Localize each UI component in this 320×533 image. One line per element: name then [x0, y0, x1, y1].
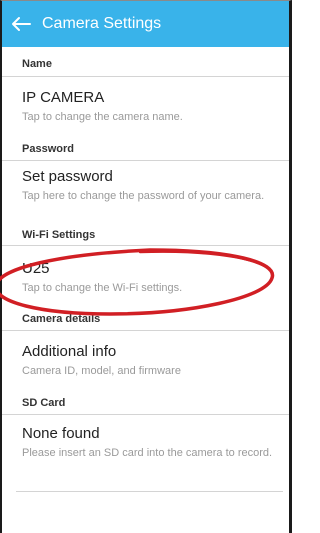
list-divider [16, 491, 283, 492]
sd-card-item[interactable]: None found Please insert an SD card into… [2, 415, 289, 491]
app-bar: Camera Settings [2, 1, 289, 47]
additional-info-subtitle: Camera ID, model, and firmware [22, 365, 181, 377]
additional-info-item[interactable]: Additional info Camera ID, model, and fi… [2, 331, 289, 391]
set-password-item[interactable]: Set password Tap here to change the pass… [2, 161, 289, 225]
camera-name-title: IP CAMERA [22, 89, 105, 106]
section-header-camera-details: Camera details [2, 306, 289, 331]
section-header-password: Password [2, 135, 289, 161]
section-header-wifi: Wi-Fi Settings [2, 225, 289, 246]
section-header-name: Name [2, 47, 289, 77]
phone-screen: Camera Settings Name IP CAMERA Tap to ch… [0, 0, 292, 533]
set-password-subtitle: Tap here to change the password of your … [22, 190, 265, 202]
camera-name-subtitle: Tap to change the camera name. [22, 111, 183, 123]
sd-card-title: None found [22, 425, 100, 442]
sd-card-subtitle: Please insert an SD card into the camera… [22, 447, 273, 459]
wifi-settings-item[interactable]: U25 Tap to change the Wi-Fi settings. [2, 246, 289, 306]
camera-name-item[interactable]: IP CAMERA Tap to change the camera name. [2, 77, 289, 135]
wifi-settings-subtitle: Tap to change the Wi-Fi settings. [22, 282, 183, 294]
additional-info-title: Additional info [22, 343, 117, 360]
wifi-network-title: U25 [22, 260, 50, 277]
back-arrow-icon[interactable] [11, 14, 33, 34]
page-title: Camera Settings [42, 15, 162, 32]
section-header-sd-card: SD Card [2, 391, 289, 415]
set-password-title: Set password [22, 168, 113, 185]
